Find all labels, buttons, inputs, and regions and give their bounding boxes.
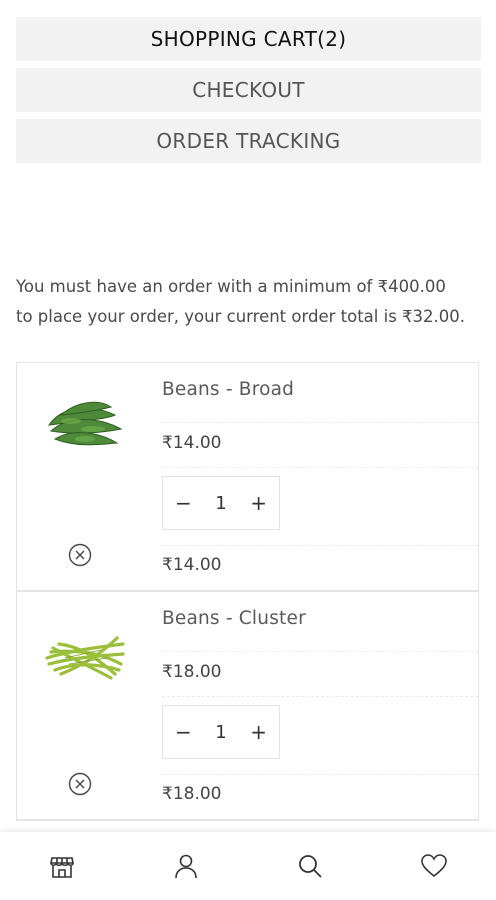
cart-item: Beans - Broad ₹14.00 − 1 + ₹14.00 [17,363,478,592]
cart-item: Beans - Cluster ₹18.00 − 1 + ₹18.00 [17,592,478,821]
increase-quantity-button[interactable]: + [250,720,267,744]
cluster-beans-image [45,636,125,680]
checkout-steps: SHOPPING CART(2) CHECKOUT ORDER TRACKING [16,17,481,170]
store-icon [50,857,74,878]
heart-icon [421,854,447,878]
product-name[interactable]: Beans - Cluster [162,592,478,652]
product-price: ₹14.00 [162,423,478,468]
product-name[interactable]: Beans - Broad [162,363,478,423]
quantity-stepper: − 1 + [162,476,280,530]
search-nav-button[interactable] [290,846,330,886]
quantity-value[interactable]: 1 [215,722,226,743]
tab-shopping-cart[interactable]: SHOPPING CART(2) [16,17,481,61]
product-price: ₹18.00 [162,652,478,697]
cart-list: Beans - Broad ₹14.00 − 1 + ₹14.00 Beans … [16,362,479,821]
remove-item-icon[interactable] [68,543,92,567]
quantity-value[interactable]: 1 [215,493,226,514]
quantity-stepper: − 1 + [162,705,280,759]
account-nav-button[interactable] [166,846,206,886]
decrease-quantity-button[interactable]: − [175,720,192,744]
product-subtotal: ₹14.00 [162,555,222,575]
tab-order-tracking[interactable]: ORDER TRACKING [16,119,481,163]
increase-quantity-button[interactable]: + [250,491,267,515]
bottom-navigation [0,832,496,900]
broad-beans-image [47,401,123,446]
store-nav-button[interactable] [42,846,82,886]
decrease-quantity-button[interactable]: − [175,491,192,515]
minimum-order-notice: You must have an order with a minimum of… [16,277,466,326]
user-icon [175,854,197,879]
wishlist-nav-button[interactable] [414,846,454,886]
tab-checkout[interactable]: CHECKOUT [16,68,481,112]
product-subtotal: ₹18.00 [162,784,222,804]
search-icon [299,855,322,878]
remove-item-icon[interactable] [68,772,92,796]
